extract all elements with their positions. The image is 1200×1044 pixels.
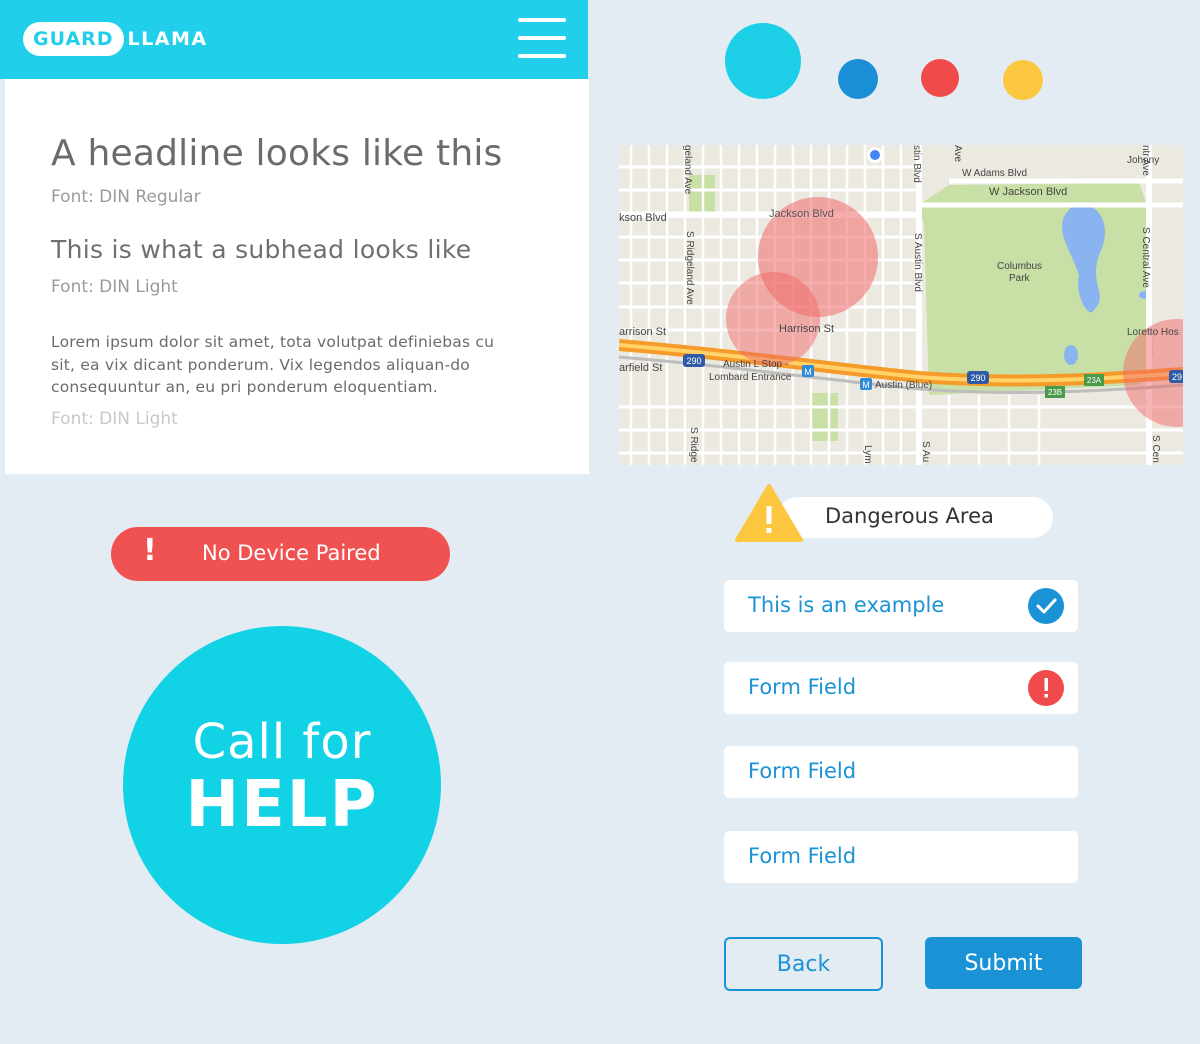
form-field-value: Form Field bbox=[748, 759, 857, 783]
map-label: arrison St bbox=[619, 326, 666, 338]
logo-guard: GUARD bbox=[23, 22, 124, 56]
guardllama-logo[interactable]: GUARD LLAMA bbox=[23, 22, 208, 56]
map-label: Columbus bbox=[997, 261, 1042, 272]
map-label: S Austin Blvd bbox=[912, 233, 923, 292]
map-label: geland Ave bbox=[682, 145, 693, 195]
typography-card: A headline looks like this Font: DIN Reg… bbox=[5, 79, 589, 474]
palette-swatch-red bbox=[921, 59, 959, 97]
headline-font-caption: Font: DIN Regular bbox=[51, 187, 201, 207]
map-shield-290: 290 bbox=[686, 356, 701, 366]
dangerous-area-label: Dangerous Area bbox=[825, 504, 994, 528]
error-icon bbox=[1028, 670, 1064, 706]
warning-triangle-icon bbox=[735, 484, 803, 542]
map-label: stin Blvd bbox=[911, 145, 922, 183]
headline-sample: A headline looks like this bbox=[51, 133, 503, 174]
form-field-value: Form Field bbox=[748, 675, 857, 699]
map-label: arfield St bbox=[619, 362, 662, 374]
map-label: Jackson Blvd bbox=[769, 208, 834, 220]
form-field-4[interactable]: Form Field bbox=[724, 831, 1078, 883]
checkmark-icon bbox=[1028, 588, 1064, 624]
body-text-sample: Lorem ipsum dolor sit amet, tota volutpa… bbox=[51, 333, 495, 396]
palette-swatch-yellow bbox=[1003, 60, 1043, 100]
no-device-label: No Device Paired bbox=[202, 541, 381, 565]
form-field-value: This is an example bbox=[748, 593, 945, 617]
map-view[interactable]: 290 290 29 23A 23B M M kson Blvd Jackson… bbox=[619, 145, 1183, 465]
map-label: W Jackson Blvd bbox=[989, 186, 1067, 198]
help-line1: Call for bbox=[192, 714, 372, 770]
map-label: S Central Ave bbox=[1140, 227, 1151, 288]
submit-button[interactable]: Submit bbox=[925, 937, 1082, 989]
form-field-value: Form Field bbox=[748, 844, 857, 868]
body-font-caption: Font: DIN Light bbox=[51, 409, 178, 429]
map-label: Austin L Stop - bbox=[723, 359, 788, 370]
map-label: Harrison St bbox=[779, 323, 834, 335]
form-field-example[interactable]: This is an example bbox=[724, 580, 1078, 632]
map-label: S Ridgeland Ave bbox=[684, 231, 695, 305]
map-metro-icon: M bbox=[804, 367, 812, 377]
back-button[interactable]: Back bbox=[724, 937, 883, 991]
map-label: ntr Ave bbox=[1140, 145, 1151, 176]
map-metro-icon-2: M bbox=[862, 380, 870, 390]
map-label: Ave bbox=[952, 145, 963, 162]
subhead-font-caption: Font: DIN Light bbox=[51, 277, 178, 297]
exclamation-icon: ! bbox=[143, 533, 157, 568]
map-label: S Au bbox=[920, 441, 931, 462]
form-field-3[interactable]: Form Field bbox=[724, 746, 1078, 798]
palette-swatch-cyan bbox=[725, 23, 801, 99]
map-label: Park bbox=[1009, 273, 1031, 284]
dangerous-area-badge: Dangerous Area bbox=[735, 484, 1055, 542]
map-label: Loretto Hos bbox=[1127, 327, 1179, 338]
logo-llama: LLAMA bbox=[127, 28, 208, 50]
map-exit-23b: 23B bbox=[1048, 388, 1062, 397]
no-device-alert: ! No Device Paired bbox=[111, 527, 450, 581]
app-header: GUARD LLAMA bbox=[0, 0, 588, 79]
map-label: S Cen bbox=[1150, 435, 1161, 463]
map-label: kson Blvd bbox=[619, 212, 667, 224]
form-field-error[interactable]: Form Field bbox=[724, 662, 1078, 714]
map-shield-290-b: 290 bbox=[970, 373, 985, 383]
call-for-help-button[interactable]: Call for HELP bbox=[123, 626, 441, 944]
map-label: Austin (Blue) bbox=[875, 380, 932, 391]
map-exit-23a: 23A bbox=[1087, 376, 1102, 385]
map-label: Lombard Entrance bbox=[709, 372, 792, 383]
map-label: S Ridge bbox=[688, 427, 699, 463]
map-label: Lym bbox=[862, 445, 873, 464]
map-shield-29: 29 bbox=[1172, 372, 1182, 382]
palette-swatch-blue bbox=[838, 59, 878, 99]
map-label: W Adams Blvd bbox=[962, 168, 1027, 179]
help-line2: HELP bbox=[185, 768, 379, 842]
subhead-sample: This is what a subhead looks like bbox=[51, 235, 472, 264]
hamburger-menu-icon[interactable] bbox=[518, 18, 566, 58]
